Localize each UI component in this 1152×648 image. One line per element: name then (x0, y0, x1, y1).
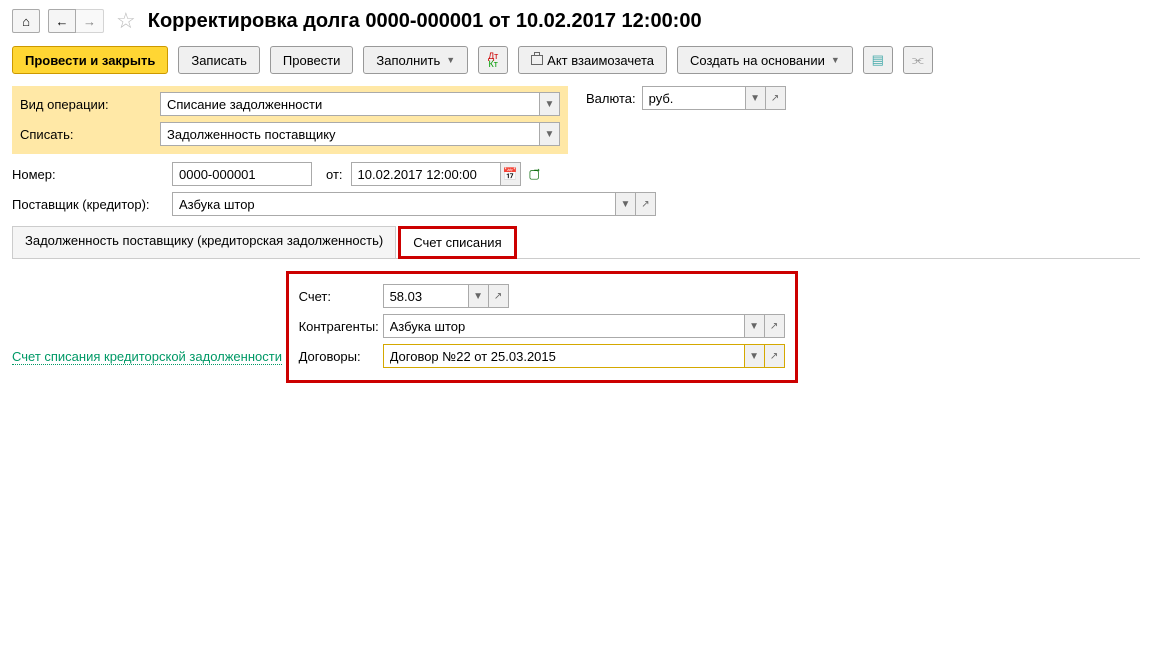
writeoff-label: Списать: (20, 127, 160, 142)
currency-input[interactable] (642, 86, 746, 110)
open-icon: ↗ (641, 199, 649, 210)
number-input[interactable] (172, 162, 312, 186)
back-button[interactable]: ← (48, 9, 76, 33)
open-icon: ↗ (494, 291, 502, 302)
dtkt-icon: ДтКт (488, 52, 498, 68)
contracts-input[interactable] (383, 344, 745, 368)
chevron-down-icon: ▼ (545, 129, 555, 140)
open-icon: ↗ (770, 321, 778, 332)
contracts-label: Договоры: (299, 349, 383, 364)
post-button[interactable]: Провести (270, 46, 354, 74)
open-icon: ↗ (770, 351, 778, 362)
chevron-down-icon: ▼ (749, 321, 759, 332)
write-button[interactable]: Записать (178, 46, 260, 74)
supplier-input[interactable] (172, 192, 616, 216)
writeoff-dropdown[interactable]: ▼ (540, 122, 560, 146)
home-icon: ⌂ (22, 14, 30, 29)
chevron-down-icon: ▼ (473, 291, 483, 302)
act-button[interactable]: Акт взаимозачета (518, 46, 667, 74)
page-title: Корректировка долга 0000-000001 от 10.02… (148, 10, 702, 33)
date-calendar[interactable]: 📅 (501, 162, 521, 186)
home-button[interactable]: ⌂ (12, 9, 40, 33)
operation-type-dropdown[interactable]: ▼ (540, 92, 560, 116)
tab-debt[interactable]: Задолженность поставщику (кредиторская з… (12, 226, 396, 258)
posted-flag-icon: ▢⃗ (529, 167, 540, 181)
account-label: Счет: (299, 289, 383, 304)
supplier-open[interactable]: ↗ (636, 192, 656, 216)
tab-content: Счет списания кредиторской задолженности… (12, 271, 1140, 383)
calendar-icon: 📅 (503, 167, 518, 181)
tabs: Задолженность поставщику (кредиторская з… (12, 226, 1140, 259)
writeoff-details: Счет: ▼ ↗ Контрагенты: ▼ ↗ Договоры: ▼ ↗ (286, 271, 798, 383)
tab-writeoff-account[interactable]: Счет списания (398, 226, 516, 259)
supplier-label: Поставщик (кредитор): (12, 197, 172, 212)
open-icon: ↗ (771, 93, 779, 104)
section-title: Счет списания кредиторской задолженности (12, 349, 282, 365)
account-dropdown[interactable]: ▼ (469, 284, 489, 308)
from-label: от: (326, 167, 343, 182)
arrow-left-icon: ← (56, 14, 69, 29)
contractors-label: Контрагенты: (299, 319, 383, 334)
contractors-open[interactable]: ↗ (765, 314, 785, 338)
date-input[interactable] (351, 162, 501, 186)
contractors-dropdown[interactable]: ▼ (745, 314, 765, 338)
contracts-dropdown[interactable]: ▼ (745, 344, 765, 368)
create-based-button[interactable]: Создать на основании▼ (677, 46, 853, 74)
writeoff-input[interactable] (160, 122, 540, 146)
post-and-close-button[interactable]: Провести и закрыть (12, 46, 168, 74)
chevron-down-icon: ▼ (545, 99, 555, 110)
chevron-down-icon: ▼ (749, 351, 759, 362)
supplier-dropdown[interactable]: ▼ (616, 192, 636, 216)
currency-dropdown[interactable]: ▼ (746, 86, 766, 110)
favorite-star-icon[interactable]: ☆ (112, 8, 140, 34)
chevron-down-icon: ▼ (750, 93, 760, 104)
chevron-down-icon: ▼ (446, 55, 455, 65)
contractors-input[interactable] (383, 314, 745, 338)
currency-label: Валюта: (586, 91, 636, 106)
account-input[interactable] (383, 284, 469, 308)
chevron-down-icon: ▼ (831, 55, 840, 65)
chevron-down-icon: ▼ (621, 199, 631, 210)
currency-open[interactable]: ↗ (766, 86, 786, 110)
attach-button[interactable]: ⫘ (903, 46, 933, 74)
paperclip-icon: ⫘ (912, 52, 924, 68)
operation-group: Вид операции: ▼ Списать: ▼ (12, 86, 568, 154)
forward-button[interactable]: → (76, 9, 104, 33)
arrow-right-icon: → (83, 14, 96, 29)
account-open[interactable]: ↗ (489, 284, 509, 308)
printer-icon (531, 55, 543, 65)
dtkt-button[interactable]: ДтКт (478, 46, 508, 74)
operation-type-label: Вид операции: (20, 97, 160, 112)
operation-type-input[interactable] (160, 92, 540, 116)
number-label: Номер: (12, 167, 172, 182)
contracts-open[interactable]: ↗ (765, 344, 785, 368)
report-button[interactable]: ▤ (863, 46, 893, 74)
fill-button[interactable]: Заполнить▼ (363, 46, 468, 74)
document-icon: ▤ (872, 52, 884, 68)
